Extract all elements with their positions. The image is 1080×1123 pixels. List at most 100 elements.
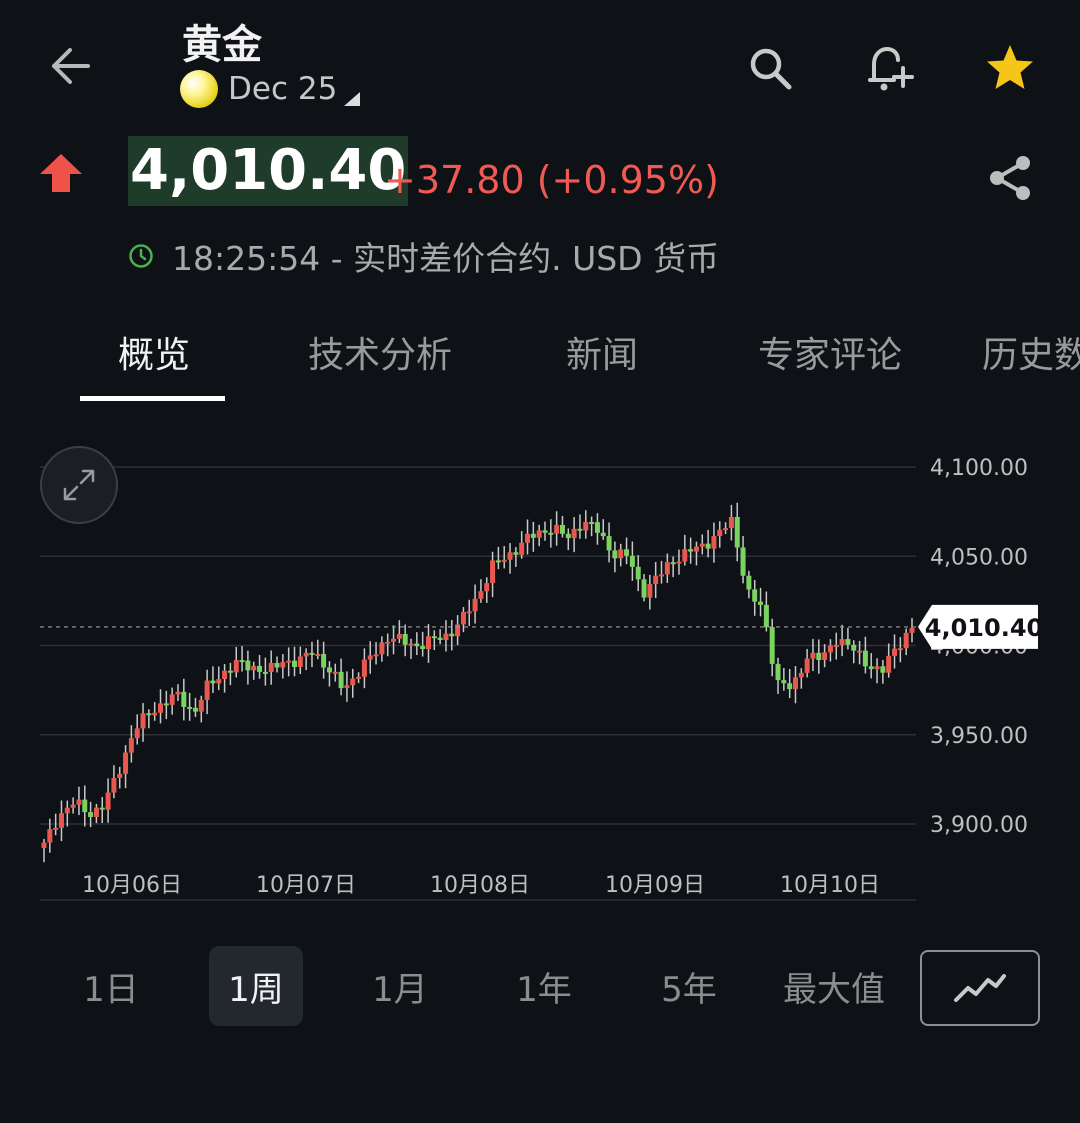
add-alert-button[interactable] <box>860 40 916 96</box>
tab-technical[interactable]: 技术分析 <box>308 326 452 378</box>
candle-body <box>460 612 466 625</box>
candle-body <box>711 536 717 549</box>
candle-body <box>897 648 903 651</box>
candle-body <box>297 656 303 667</box>
candle-body <box>187 706 193 709</box>
candle-body <box>554 524 560 534</box>
range-1y[interactable]: 1年 <box>497 946 591 1026</box>
y-tick-label: 3,900.00 <box>930 813 1028 838</box>
contract-label: Dec 25 <box>228 71 338 107</box>
tab-analysis[interactable]: 专家评论 <box>758 326 902 378</box>
x-tick-label: 10月06日 <box>82 873 182 898</box>
candle-body <box>408 643 414 646</box>
page-title: 黄金 <box>182 22 262 68</box>
candle-body <box>507 552 513 560</box>
candle-body <box>47 829 53 843</box>
candle-body <box>350 678 356 686</box>
candle-body <box>781 680 787 684</box>
share-icon <box>990 156 1030 200</box>
candle-body <box>332 671 338 674</box>
candle-body <box>58 813 64 828</box>
candle-body <box>635 566 641 580</box>
y-tick-label: 4,050.00 <box>930 545 1028 570</box>
price-up-arrow-icon <box>38 152 84 198</box>
range-max[interactable]: 最大值 <box>774 946 894 1026</box>
candle-body <box>257 665 263 672</box>
candle-body <box>728 516 734 529</box>
candle-body <box>763 604 769 628</box>
candle-body <box>472 598 478 612</box>
star-icon <box>987 45 1033 89</box>
x-tick-label: 10月07日 <box>256 873 356 898</box>
candle-body <box>356 676 362 679</box>
search-button[interactable] <box>742 40 798 96</box>
y-tick-label: 4,100.00 <box>930 456 1028 481</box>
candle-body <box>816 652 822 660</box>
expand-chart-button[interactable] <box>40 446 118 524</box>
back-button[interactable] <box>44 40 96 92</box>
candle-body <box>402 633 408 645</box>
candle-body <box>396 633 402 639</box>
candle-body <box>134 728 140 739</box>
candle-body <box>857 650 863 653</box>
candle-body <box>431 636 437 639</box>
candle-body <box>210 680 216 684</box>
last-price-marker: 4,010.40 <box>40 604 1043 649</box>
range-5y[interactable]: 5年 <box>642 946 736 1026</box>
contract-selector[interactable]: Dec 25 <box>180 70 337 108</box>
candle-body <box>169 694 175 705</box>
candle-body <box>286 660 292 663</box>
candle-body <box>455 624 461 637</box>
price-change: +37.80 (+0.95%) <box>384 158 719 202</box>
candle-body <box>758 601 764 605</box>
price-chart[interactable]: 4,100.004,050.004,000.003,950.003,900.00… <box>0 440 1080 910</box>
candle-body <box>892 648 898 656</box>
candle-body <box>437 637 443 640</box>
chart-type-button[interactable] <box>920 950 1040 1026</box>
tab-historical[interactable]: 历史数据 <box>982 326 1080 378</box>
range-1d[interactable]: 1日 <box>64 946 158 1026</box>
share-button[interactable] <box>982 150 1038 206</box>
candle-body <box>326 667 332 673</box>
candle-body <box>833 644 839 647</box>
candle-body <box>373 654 379 657</box>
candle-body <box>624 549 630 556</box>
tab-bar: 概览 技术分析 新闻 专家评论 历史数据 <box>0 320 1080 402</box>
candle-body <box>41 842 47 848</box>
candle-body <box>466 611 472 614</box>
candle-body <box>484 583 490 592</box>
candle-body <box>594 522 600 533</box>
candle-body <box>886 655 892 673</box>
dropdown-triangle-icon[interactable] <box>344 92 360 106</box>
candle-body <box>449 633 455 637</box>
candle-body <box>361 659 367 677</box>
candle-body <box>618 549 624 559</box>
candle-body <box>798 672 804 678</box>
candle-body <box>775 663 781 681</box>
candle-body <box>571 528 577 539</box>
candle-body <box>379 642 385 655</box>
quote-meta-text: 18:25:54 - 实时差价合约. USD 货币 <box>172 239 720 278</box>
favorite-button[interactable] <box>982 40 1038 96</box>
range-1w[interactable]: 1周 <box>209 946 303 1026</box>
candle-body <box>583 521 589 531</box>
candle-body <box>723 528 729 531</box>
x-tick-label: 10月10日 <box>780 873 880 898</box>
candle-body <box>478 591 484 599</box>
range-1m[interactable]: 1月 <box>353 946 447 1026</box>
candle-body <box>670 562 676 565</box>
candle-body <box>659 574 665 577</box>
candle-body <box>385 641 391 644</box>
tab-news[interactable]: 新闻 <box>566 326 638 378</box>
candle-body <box>88 812 94 817</box>
candle-body <box>845 639 851 645</box>
candle-body <box>192 707 198 712</box>
candle-body <box>123 752 129 774</box>
candle-body <box>163 703 169 706</box>
candle-body <box>315 654 321 657</box>
candle-body <box>589 521 595 524</box>
candle-body <box>653 575 659 585</box>
candle-body <box>787 683 793 690</box>
candle-body <box>641 579 647 598</box>
tab-overview[interactable]: 概览 <box>118 326 190 378</box>
